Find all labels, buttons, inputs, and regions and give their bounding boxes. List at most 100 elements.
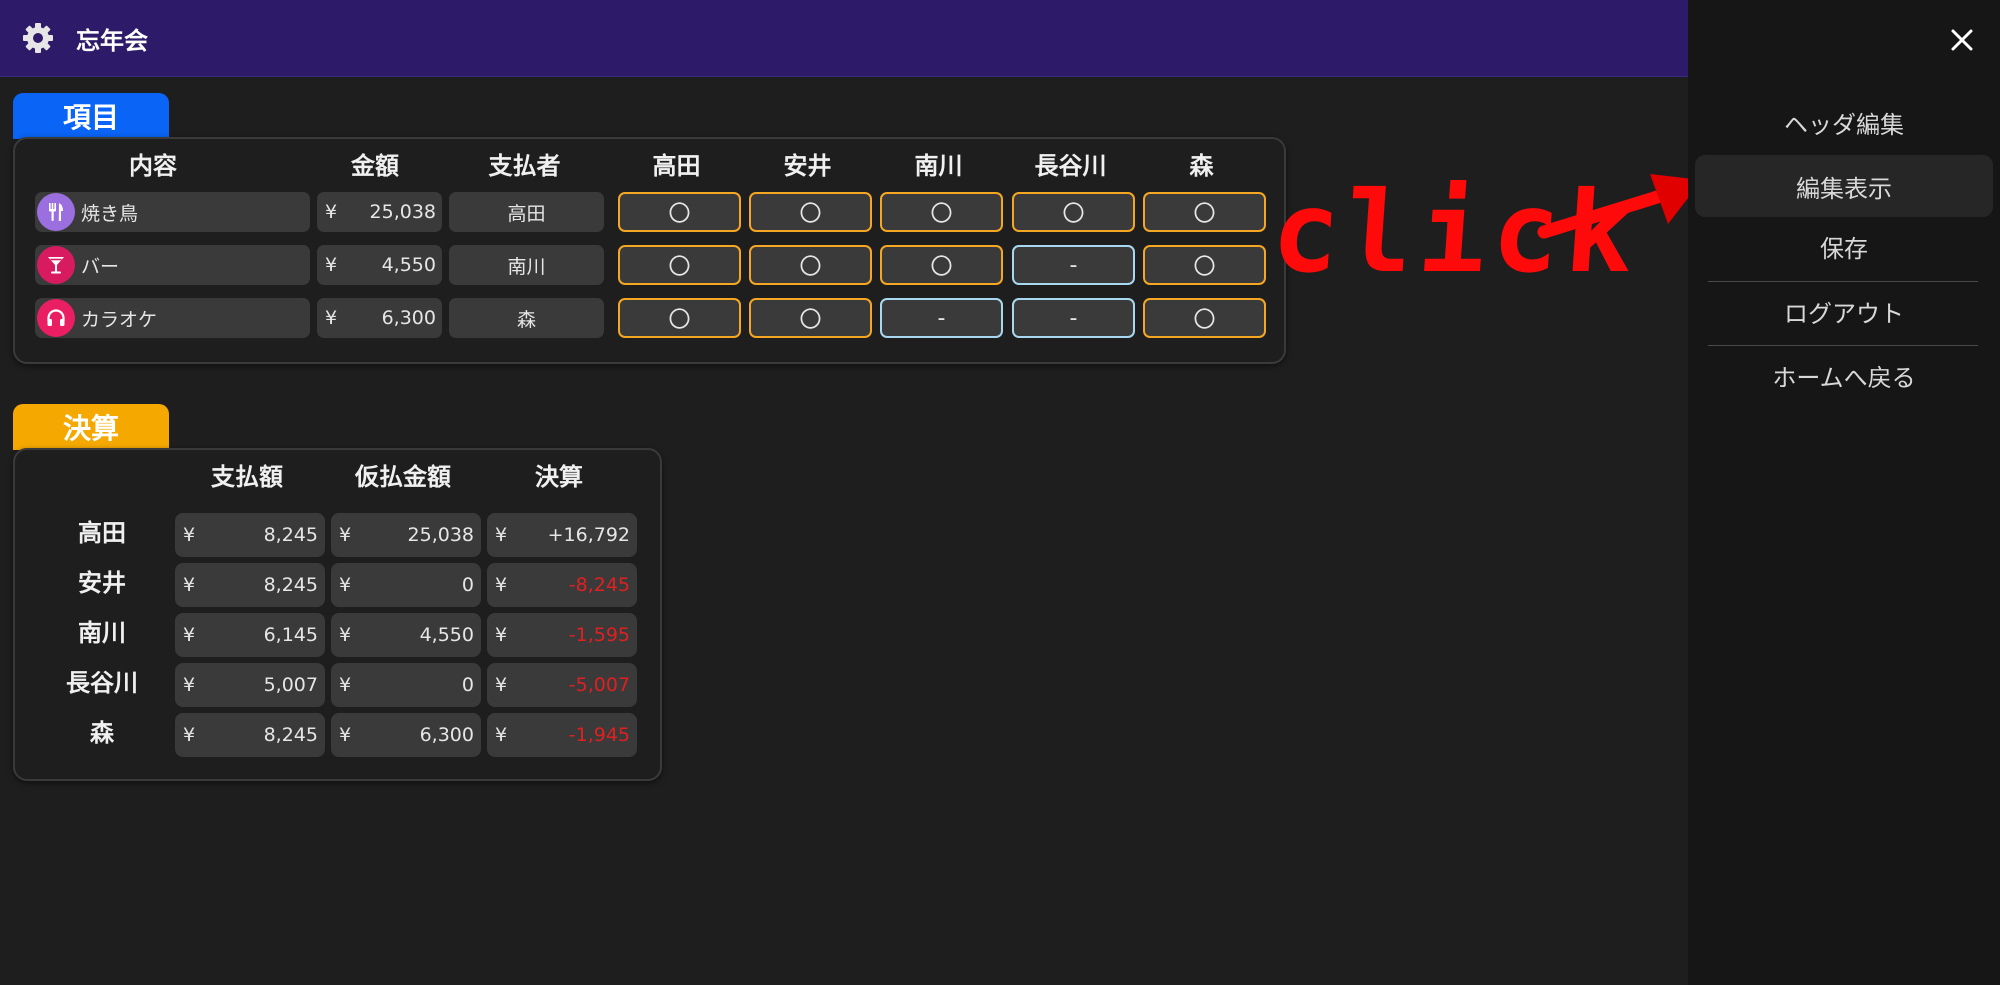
currency-symbol: ¥ [325,307,338,329]
currency-symbol: ¥ [339,724,352,746]
currency-symbol: ¥ [339,574,352,596]
settle-amount-cell: ¥ -8,245 [487,563,637,607]
settle-amount-cell: ¥ -5,007 [487,663,637,707]
share-toggle-minamikawa[interactable]: 〇 [880,245,1003,285]
currency-symbol: ¥ [183,524,196,546]
pay-amount: 8,245 [263,724,318,746]
share-toggle-mori[interactable]: 〇 [1143,245,1266,285]
share-toggle-minamikawa[interactable]: - [880,298,1003,338]
item-payer-cell[interactable]: 森 [449,298,604,338]
advance-amount-cell: ¥0 [331,563,481,607]
menu-item-edit-header[interactable]: ヘッダ編集 [1695,91,1993,153]
column-header-amount: 金額 [351,152,399,180]
settle-amount: +16,792 [547,524,630,546]
currency-symbol: ¥ [495,674,508,696]
cocktail-icon [37,246,75,284]
item-amount: 4,550 [381,254,436,276]
item-name-cell[interactable]: 焼き鳥 [35,192,310,232]
currency-symbol: ¥ [183,574,196,596]
share-toggle-hasegawa[interactable]: 〇 [1012,192,1135,232]
currency-symbol: ¥ [495,524,508,546]
advance-amount-cell: ¥25,038 [331,513,481,557]
share-toggle-takada[interactable]: 〇 [618,245,741,285]
settings-button[interactable] [0,0,76,77]
currency-symbol: ¥ [183,674,196,696]
column-header-advance: 仮払金額 [355,463,451,491]
items-section-tab: 項目 [13,93,169,139]
advance-amount: 6,300 [419,724,474,746]
item-amount: 25,038 [369,201,436,223]
share-toggle-minamikawa[interactable]: 〇 [880,192,1003,232]
settle-amount: -8,245 [568,574,630,596]
gear-icon [23,23,53,53]
pay-amount-cell: ¥6,145 [175,613,325,657]
pay-amount: 5,007 [263,674,318,696]
currency-symbol: ¥ [495,624,508,646]
item-name: バー [81,255,120,278]
pay-amount-cell: ¥8,245 [175,713,325,757]
column-header-yasui: 安井 [783,152,832,180]
share-toggle-takada[interactable]: 〇 [618,192,741,232]
item-name-cell[interactable]: カラオケ [35,298,310,338]
item-payer: 森 [516,308,536,331]
menu-item-edit-view[interactable]: 編集表示 [1695,155,1993,217]
share-toggle-yasui[interactable]: 〇 [749,192,872,232]
settle-row-label: 高田 [78,519,126,547]
settle-section-tab: 決算 [13,404,169,450]
menu-item-save[interactable]: 保存 [1695,215,1993,277]
settle-row-label: 南川 [78,619,126,647]
share-toggle-mori[interactable]: 〇 [1143,192,1266,232]
share-toggle-hasegawa[interactable]: - [1012,245,1135,285]
settle-amount-cell: ¥ -1,945 [487,713,637,757]
item-payer-cell[interactable]: 南川 [449,245,604,285]
settle-amount: -1,945 [568,724,630,746]
share-toggle-yasui[interactable]: 〇 [749,245,872,285]
app-header: 忘年会 [0,0,1688,77]
menu-item-home[interactable]: ホームへ戻る [1695,344,1993,406]
currency-symbol: ¥ [339,674,352,696]
item-name: カラオケ [81,308,158,331]
advance-amount-cell: ¥0 [331,663,481,707]
menu-item-logout[interactable]: ログアウト [1695,280,1993,342]
page-title: 忘年会 [76,26,148,55]
pay-amount-cell: ¥5,007 [175,663,325,707]
items-panel: 内容 金額 支払者 高田 安井 南川 長谷川 森 焼き鳥 ¥ 25,038 高田… [13,137,1286,364]
settle-amount-cell: ¥ -1,595 [487,613,637,657]
settle-amount: -1,595 [568,624,630,646]
item-payer: 南川 [507,255,546,278]
settle-row-label: 長谷川 [66,669,138,697]
pay-amount-cell: ¥8,245 [175,563,325,607]
currency-symbol: ¥ [495,724,508,746]
item-payer: 高田 [507,202,546,225]
settle-row-label: 森 [90,719,114,747]
close-icon [1951,29,1973,51]
item-amount-cell[interactable]: ¥ 4,550 [317,245,442,285]
column-header-hasegawa: 長谷川 [1034,152,1107,180]
item-payer-cell[interactable]: 高田 [449,192,604,232]
column-header-pay: 支払額 [211,463,283,491]
share-toggle-mori[interactable]: 〇 [1143,298,1266,338]
currency-symbol: ¥ [339,624,352,646]
column-header-takada: 高田 [652,152,701,180]
share-toggle-yasui[interactable]: 〇 [749,298,872,338]
advance-amount: 0 [461,574,474,596]
pay-amount-cell: ¥8,245 [175,513,325,557]
item-name-cell[interactable]: バー [35,245,310,285]
column-header-content: 内容 [129,152,177,180]
currency-symbol: ¥ [339,524,352,546]
utensils-icon [37,193,75,231]
item-amount-cell[interactable]: ¥ 6,300 [317,298,442,338]
item-amount-cell[interactable]: ¥ 25,038 [317,192,442,232]
advance-amount-cell: ¥6,300 [331,713,481,757]
settle-row-label: 安井 [78,569,126,597]
advance-amount: 25,038 [407,524,474,546]
share-toggle-takada[interactable]: 〇 [618,298,741,338]
currency-symbol: ¥ [183,624,196,646]
close-button[interactable] [1940,18,1984,62]
item-name: 焼き鳥 [81,202,139,225]
settle-amount-cell: ¥ +16,792 [487,513,637,557]
currency-symbol: ¥ [183,724,196,746]
advance-amount: 0 [461,674,474,696]
settle-amount: -5,007 [568,674,630,696]
share-toggle-hasegawa[interactable]: - [1012,298,1135,338]
